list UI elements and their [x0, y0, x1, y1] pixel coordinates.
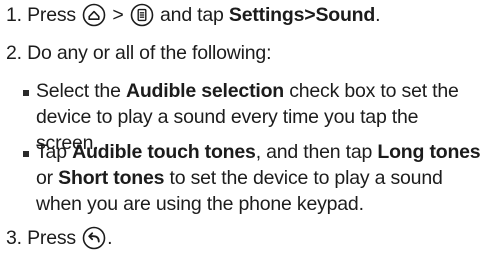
back-key-icon [82, 226, 106, 250]
bullet-marker [23, 151, 29, 157]
bullet-2-line-1: Tap Audible touch tones, and then tap Lo… [22, 139, 482, 165]
step-3-period: . [107, 227, 113, 249]
bullet-2-line-2: or Short tones to set the device to play… [22, 165, 482, 191]
home-key-icon [82, 3, 106, 27]
bullet-1-select: Select the [36, 80, 121, 102]
step-1: 1. Press > and tap Settings>Sound. [6, 2, 381, 28]
step-2-number: 2. [6, 42, 22, 64]
bullet-marker [23, 90, 29, 96]
step-2: 2. Do any or all of the following: [6, 40, 271, 66]
step-1-separator-1: > [112, 4, 124, 26]
bullet-2-and-then-tap: , and then tap [255, 141, 373, 163]
step-1-settings-label: Settings [228, 4, 305, 26]
menu-key-icon [130, 3, 154, 27]
step-1-period: . [375, 4, 381, 26]
bullet-2-rest: to set the device to play a sound [169, 167, 443, 189]
step-1-separator-2: > [304, 4, 316, 26]
step-3-press: Press [27, 227, 76, 249]
bullet-1-rest: check box to set the [289, 80, 459, 102]
instruction-document: 1. Press > and tap Settings>Sound. 2. Do… [0, 0, 484, 259]
bullet-1-line-2: device to play a sound every time you ta… [36, 106, 419, 128]
bullet-1-line-1: Select the Audible selection check box t… [22, 78, 482, 104]
bullet-2-line-3: when you are using the phone keypad. [36, 193, 364, 215]
bullet-item-audible-touch-tones: Tap Audible touch tones, and then tap Lo… [22, 139, 482, 217]
bullet-2-tap: Tap [36, 141, 67, 163]
step-2-text: Do any or all of the following: [27, 42, 272, 64]
step-1-sound-label: Sound [315, 4, 376, 26]
bullet-1-audible-selection-label: Audible selection [125, 80, 284, 102]
bullet-2-long-tones-label: Long tones [377, 141, 481, 163]
bullet-2-or: or [36, 167, 53, 189]
step-1-press: Press [27, 4, 76, 26]
bullet-2-short-tones-label: Short tones [58, 167, 165, 189]
step-3: 3. Press . [6, 225, 113, 251]
step-3-number: 3. [6, 227, 22, 249]
bullet-2-audible-touch-tones-label: Audible touch tones [72, 141, 256, 163]
step-1-number: 1. [6, 4, 22, 26]
step-1-and-tap: and tap [160, 4, 224, 26]
